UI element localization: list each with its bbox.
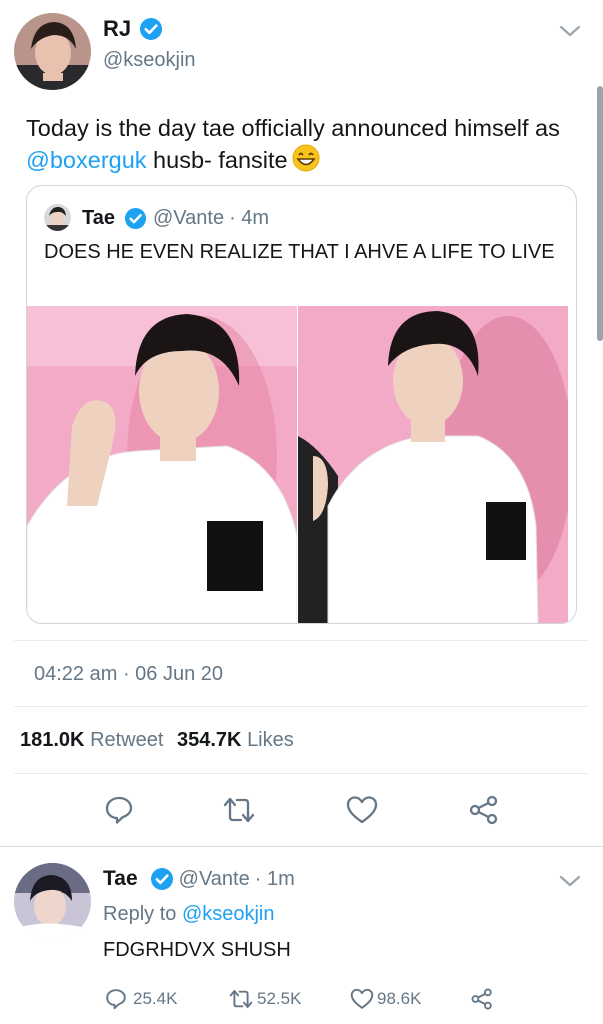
quoted-photo-right[interactable] <box>298 306 568 623</box>
divider <box>14 640 589 641</box>
reply-reply-button[interactable]: 25.4K <box>105 988 177 1010</box>
retweet-button[interactable] <box>222 795 256 825</box>
heart-icon <box>350 988 374 1009</box>
quoted-photo-left[interactable] <box>27 306 297 623</box>
reply-likes-count: 98.6K <box>377 989 422 1008</box>
reply-retweets-count: 52.5K <box>257 989 302 1008</box>
reply-button[interactable] <box>104 795 134 825</box>
reply-icon <box>106 989 126 1010</box>
divider <box>14 706 589 707</box>
scrollbar[interactable] <box>597 86 603 341</box>
tweet-text: Today is the day tae officially announce… <box>26 113 586 180</box>
like-button[interactable] <box>346 795 378 825</box>
author-name-row: RJ <box>103 14 163 44</box>
author-avatar[interactable] <box>14 13 91 90</box>
retweet-label[interactable]: Retweet <box>90 729 163 751</box>
likes-count[interactable]: 354.7K <box>177 729 242 751</box>
verified-badge-icon <box>139 17 163 41</box>
grinning-emoji-icon <box>292 144 320 180</box>
reply-name-row: Tae @Vante · 1m <box>103 864 295 894</box>
tweet-text-part: husb- fansite <box>146 147 288 173</box>
author-name[interactable]: RJ <box>103 16 131 42</box>
share-icon <box>471 988 492 1010</box>
reply-like-button[interactable]: 98.6K <box>350 988 421 1010</box>
reply-text: FDGRHDVX SHUSH <box>103 939 291 961</box>
tweet-timestamp: 04:22 am · 06 Jun 20 <box>34 663 224 685</box>
reply-author-handle[interactable]: @Vante <box>179 868 250 891</box>
quoted-name-row: Tae @Vante · 4m <box>82 204 269 232</box>
retweet-icon <box>223 797 255 823</box>
quoted-author-avatar <box>44 204 71 231</box>
share-button[interactable] <box>468 795 500 825</box>
quoted-time: · 4m <box>229 206 270 229</box>
section-divider <box>0 846 603 847</box>
reply-share-button[interactable] <box>470 988 500 1010</box>
quoted-author-name: Tae <box>82 206 115 229</box>
verified-badge-icon <box>124 207 147 230</box>
heart-icon <box>346 796 378 824</box>
chevron-down-icon[interactable] <box>558 872 582 895</box>
reply-to-line: Reply to @kseokjin <box>103 903 275 926</box>
verified-badge-icon <box>150 867 174 891</box>
tweet-stats: 181.0K Retweet 354.7K Likes <box>20 729 294 752</box>
divider <box>14 773 589 774</box>
retweet-count[interactable]: 181.0K <box>20 729 85 751</box>
reply-author-avatar[interactable] <box>14 863 91 940</box>
quoted-tweet[interactable]: Tae @Vante · 4m DOES HE EVEN REALIZE THA… <box>26 185 577 624</box>
share-icon <box>469 795 498 825</box>
quoted-author-handle: @Vante <box>152 206 225 229</box>
reply-icon <box>105 796 133 824</box>
retweet-icon <box>229 989 253 1009</box>
reply-author-name[interactable]: Tae <box>103 867 138 891</box>
chevron-down-icon[interactable] <box>558 22 582 45</box>
reply-retweet-button[interactable]: 52.5K <box>228 988 301 1010</box>
likes-label[interactable]: Likes <box>247 729 294 751</box>
reply-to-label: Reply to <box>103 903 177 925</box>
reply-replies-count: 25.4K <box>133 989 178 1008</box>
quoted-text: DOES HE EVEN REALIZE THAT I AHVE A LIFE … <box>44 241 555 263</box>
tweet-text-part: Today is the day tae officially announce… <box>26 115 560 141</box>
reply-time: · 1m <box>254 867 295 890</box>
mention-link[interactable]: @boxerguk <box>26 147 147 173</box>
author-handle[interactable]: @kseokjin <box>103 49 196 72</box>
reply-to-mention[interactable]: @kseokjin <box>182 903 275 925</box>
